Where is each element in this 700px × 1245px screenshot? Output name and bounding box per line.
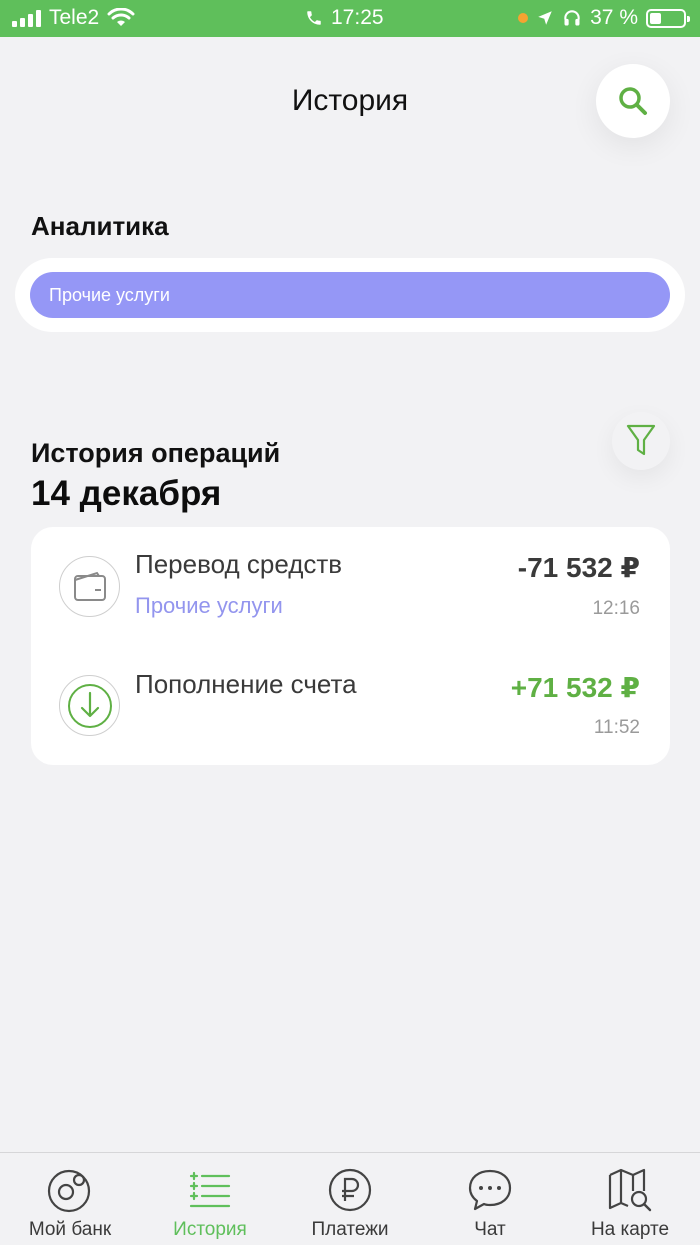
- cellular-signal-icon: [12, 9, 41, 27]
- map-search-icon: [605, 1165, 655, 1215]
- page-title: История: [291, 84, 409, 117]
- analytics-title: Аналитика: [31, 211, 169, 241]
- operations-history-title: История операций: [31, 438, 281, 468]
- operation-row[interactable]: Пополнение счета +71 532 ₽ 11:52: [31, 647, 670, 767]
- tab-label: Мой банк: [28, 1219, 112, 1240]
- operation-time: 12:16: [592, 598, 640, 619]
- phone-icon: [307, 11, 321, 25]
- search-button[interactable]: [596, 64, 670, 138]
- filter-button[interactable]: [612, 412, 670, 470]
- carrier-name: Tele2: [49, 6, 100, 29]
- tab-label: На карте: [590, 1219, 670, 1240]
- tab-label: Чат: [474, 1219, 506, 1240]
- chat-bubble-icon: [465, 1165, 515, 1215]
- download-arrow-icon: [59, 675, 120, 736]
- battery-icon: [646, 8, 690, 28]
- tab-label: История: [173, 1219, 247, 1240]
- analytics-card[interactable]: Прочие услуги: [15, 258, 685, 332]
- history-list-icon: [185, 1165, 235, 1215]
- my-bank-icon: [45, 1165, 95, 1215]
- status-bar-left: Tele2: [12, 6, 135, 30]
- operation-category: Прочие услуги: [135, 593, 283, 618]
- operation-time: 11:52: [593, 717, 640, 738]
- wifi-icon: [107, 8, 135, 26]
- privacy-indicator-dot: [518, 13, 529, 23]
- analytics-category-bar[interactable]: Прочие услуги: [30, 272, 670, 318]
- operation-name: Пополнение счета: [135, 669, 357, 699]
- tab-on-map[interactable]: На карте: [560, 1153, 700, 1245]
- tab-chat[interactable]: Чат: [420, 1153, 560, 1245]
- tab-bar: Мой банк История Платежи Чат На карте: [0, 1152, 700, 1245]
- search-icon: [619, 87, 647, 115]
- tab-label: Платежи: [311, 1219, 389, 1240]
- clock: 17:25: [331, 6, 384, 29]
- operation-amount: -71 532 ₽: [517, 552, 640, 583]
- filter-icon: [626, 424, 656, 456]
- status-bar: Tele2 17:25 37 %: [0, 0, 700, 37]
- operations-list: Перевод средств Прочие услуги -71 532 ₽ …: [31, 527, 670, 765]
- operation-amount: +71 532 ₽: [510, 672, 640, 703]
- status-bar-center: 17:25: [305, 6, 384, 30]
- battery-percent: 37 %: [590, 6, 638, 29]
- wallet-icon: [59, 556, 120, 617]
- operation-name: Перевод средств: [135, 549, 343, 579]
- operation-row[interactable]: Перевод средств Прочие услуги -71 532 ₽ …: [31, 527, 670, 647]
- date-heading: 14 декабря: [31, 474, 222, 513]
- headphones-icon: [564, 10, 580, 26]
- tab-history[interactable]: История: [140, 1153, 280, 1245]
- location-arrow-icon: [538, 11, 552, 25]
- ruble-icon: [325, 1165, 375, 1215]
- status-bar-right: 37 %: [518, 6, 690, 30]
- tab-payments[interactable]: Платежи: [280, 1153, 420, 1245]
- tab-my-bank[interactable]: Мой банк: [0, 1153, 140, 1245]
